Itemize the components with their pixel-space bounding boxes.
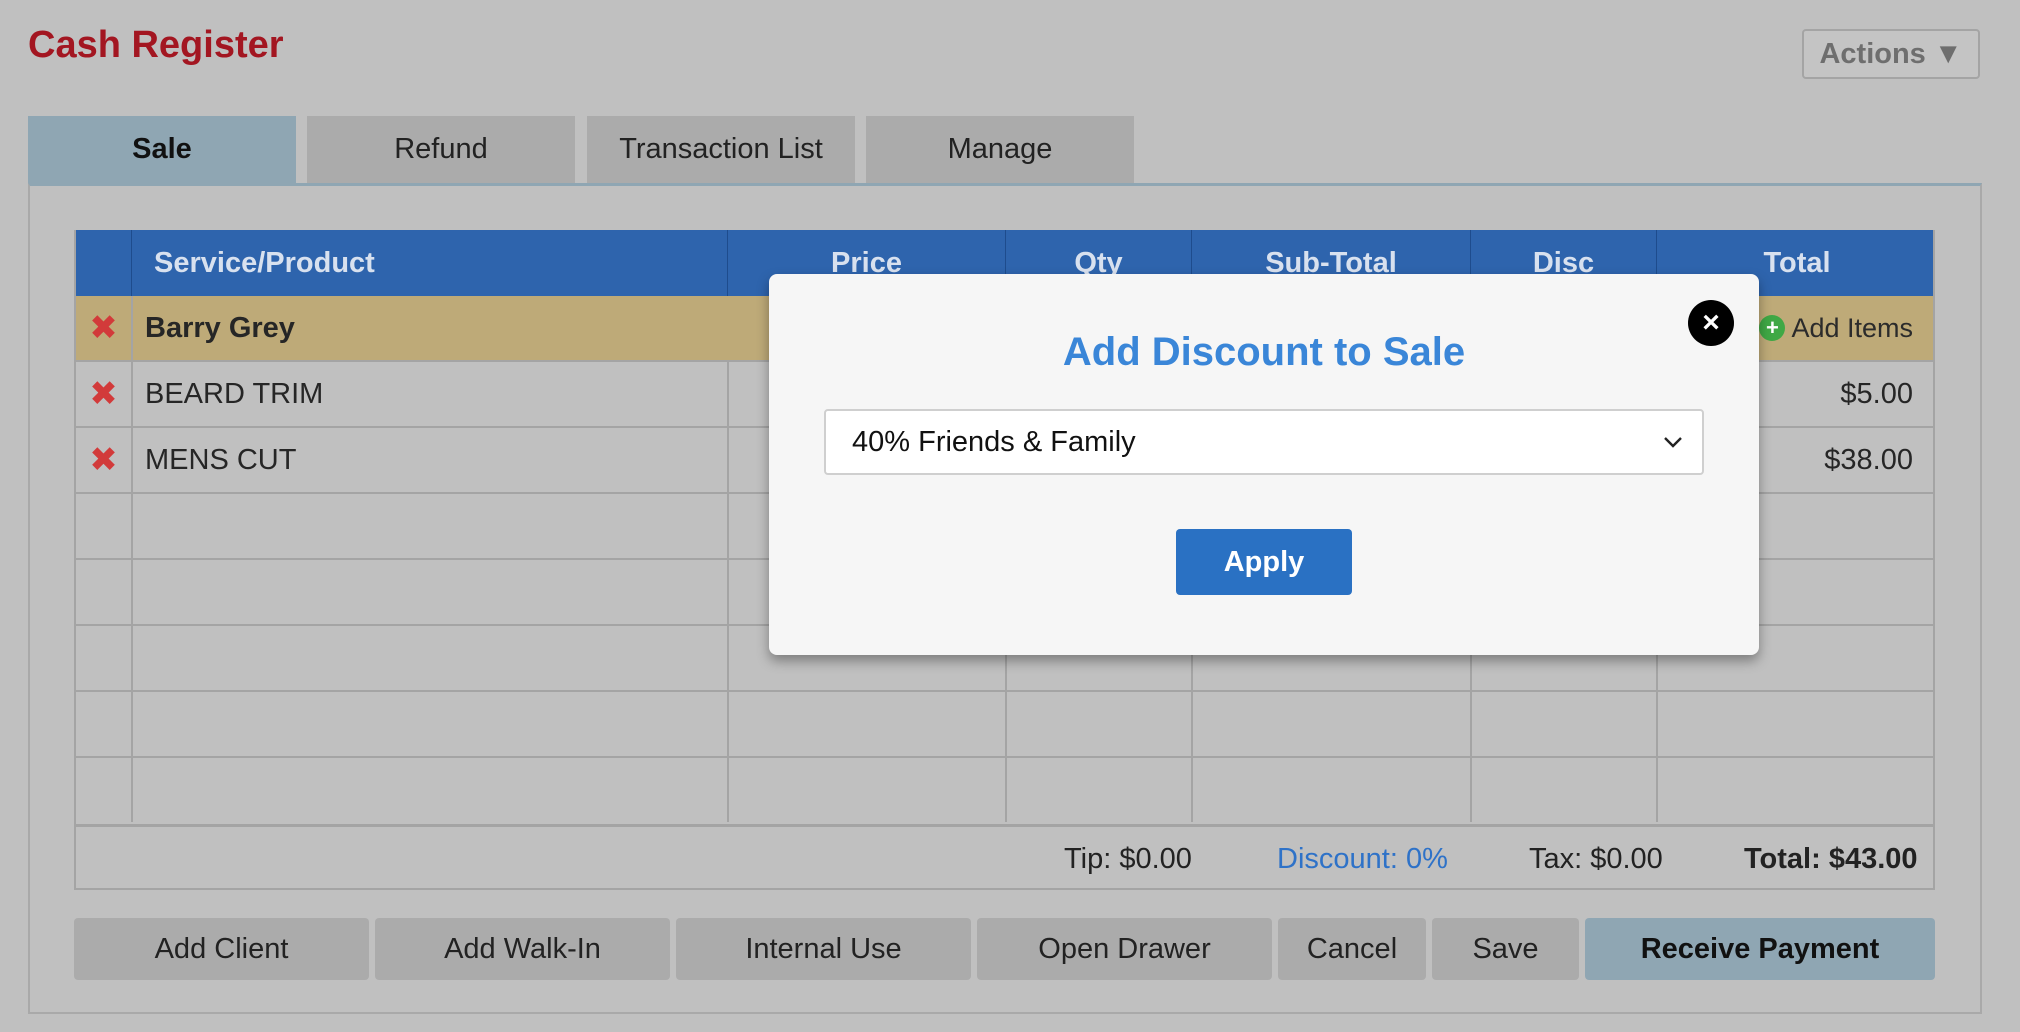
empty-row: [76, 692, 1933, 758]
empty-row: [76, 758, 1933, 824]
remove-item-button[interactable]: ✖: [76, 428, 131, 492]
receive-payment-button[interactable]: Receive Payment: [1585, 918, 1935, 980]
red-x-icon: ✖: [89, 441, 118, 479]
internal-use-button[interactable]: Internal Use: [676, 918, 971, 980]
chevron-down-icon: [1664, 437, 1682, 448]
add-items-label: Add Items: [1791, 312, 1913, 343]
remove-item-button[interactable]: ✖: [76, 362, 131, 426]
actions-dropdown-button[interactable]: Actions ▼: [1802, 29, 1980, 79]
tab-refund[interactable]: Refund: [307, 116, 575, 183]
column-header-service-product: Service/Product: [131, 230, 727, 296]
add-client-button[interactable]: Add Client: [74, 918, 369, 980]
triangle-down-icon: ▼: [1933, 37, 1963, 70]
add-walk-in-button[interactable]: Add Walk-In: [375, 918, 670, 980]
tab-transaction-list[interactable]: Transaction List: [587, 116, 855, 183]
plus-circle-icon: +: [1759, 315, 1786, 341]
red-x-icon: ✖: [89, 375, 118, 413]
discount-link[interactable]: Discount: 0%: [1277, 827, 1448, 891]
tip-amount[interactable]: Tip: $0.00: [1064, 827, 1192, 891]
column-header-remove: [76, 230, 131, 296]
actions-label: Actions: [1819, 37, 1926, 70]
add-discount-modal: × Add Discount to Sale 40% Friends & Fam…: [769, 274, 1759, 655]
tab-manage[interactable]: Manage: [866, 116, 1134, 183]
discount-select-value: 40% Friends & Family: [852, 425, 1136, 458]
tax-amount: Tax: $0.00: [1529, 842, 1663, 875]
grand-total: Total: $43.00: [1744, 842, 1918, 875]
remove-client-button[interactable]: ✖: [76, 296, 131, 360]
item-name: BEARD TRIM: [131, 362, 727, 426]
open-drawer-button[interactable]: Open Drawer: [977, 918, 1272, 980]
item-name: MENS CUT: [131, 428, 727, 492]
apply-button[interactable]: Apply: [1176, 529, 1352, 595]
cancel-button[interactable]: Cancel: [1278, 918, 1426, 980]
totals-row: Tip: $0.00 Discount: 0% Tax: $0.00 Total…: [76, 824, 1933, 888]
red-x-icon: ✖: [89, 309, 118, 347]
page-title: Cash Register: [28, 24, 284, 66]
save-button[interactable]: Save: [1432, 918, 1579, 980]
modal-title: Add Discount to Sale: [1062, 330, 1466, 374]
tab-sale[interactable]: Sale: [28, 116, 296, 183]
discount-select[interactable]: 40% Friends & Family: [824, 409, 1704, 475]
